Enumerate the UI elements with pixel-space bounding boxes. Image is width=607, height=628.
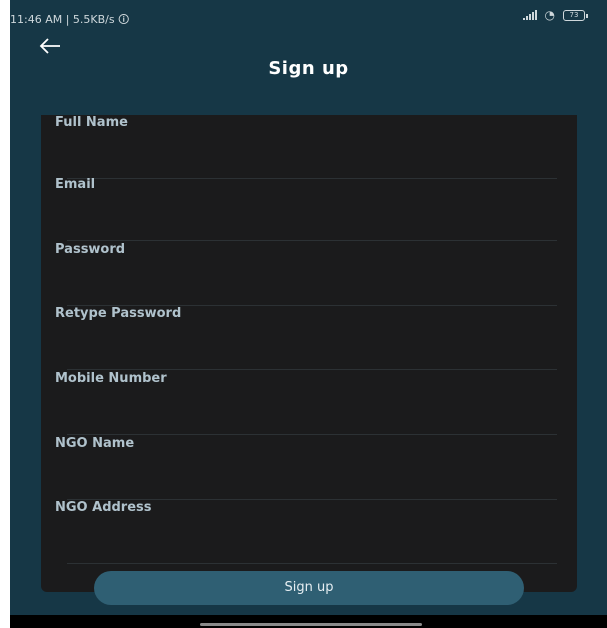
status-time-speed: 11:46 AM | 5.5KB/s 🛈: [10, 13, 130, 26]
ngo-address-field[interactable]: NGO Address: [55, 500, 557, 564]
field-underline: [67, 369, 557, 370]
signal-icon: [522, 10, 537, 20]
retype-password-field[interactable]: Retype Password: [55, 306, 557, 370]
ngo-address-label: NGO Address: [55, 500, 152, 515]
full-name-field[interactable]: Full Name: [55, 115, 557, 179]
password-field[interactable]: Password: [55, 242, 557, 306]
app-screen: 11:46 AM | 5.5KB/s 🛈 ◔ 73 Sign up Full N…: [10, 0, 607, 628]
status-bar: 11:46 AM | 5.5KB/s 🛈 ◔ 73: [10, 0, 607, 30]
password-label: Password: [55, 242, 126, 257]
status-icons: ◔ 73: [522, 8, 588, 22]
wifi-icon: ◔: [544, 8, 555, 22]
mobile-number-label: Mobile Number: [55, 371, 167, 386]
ngo-name-field[interactable]: NGO Name: [55, 436, 557, 500]
field-underline: [67, 240, 557, 241]
signup-button[interactable]: Sign up: [94, 571, 524, 605]
battery-icon: 73: [563, 9, 588, 21]
navigation-bar: [10, 615, 607, 628]
email-field[interactable]: Email: [55, 177, 557, 241]
signup-form: Full Name Email Password Retype Password…: [41, 115, 577, 592]
field-underline: [67, 434, 557, 435]
mobile-number-field[interactable]: Mobile Number: [55, 371, 557, 435]
home-indicator[interactable]: [200, 623, 422, 626]
full-name-label: Full Name: [55, 115, 128, 130]
page-title: Sign up: [268, 58, 349, 79]
back-arrow-icon[interactable]: [38, 35, 64, 57]
ngo-name-label: NGO Name: [55, 436, 135, 451]
retype-password-label: Retype Password: [55, 306, 182, 321]
email-label: Email: [55, 177, 96, 192]
field-underline: [67, 563, 557, 564]
